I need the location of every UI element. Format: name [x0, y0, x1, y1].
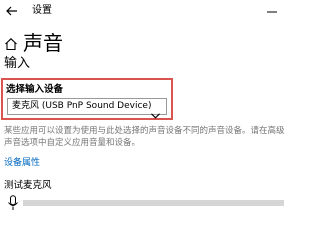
choose-input-device-label: 选择输入设备: [6, 84, 64, 95]
mic-level-meter: [23, 200, 284, 206]
chevron-down-icon: [151, 104, 160, 119]
input-device-dropdown[interactable]: 麦克风 (USB PnP Sound Device): [7, 98, 167, 119]
description-line: 某些应用可以设置为使用与此处选择的声音设备不同的声音设备。请在高级: [4, 126, 285, 136]
microphone-icon: [7, 195, 19, 211]
input-description: 某些应用可以设置为使用与此处选择的声音设备不同的声音设备。请在高级 声音选项中自…: [4, 125, 285, 149]
page-header: 声音: [0, 30, 284, 58]
title-bar: 设置: [0, 0, 284, 24]
description-line: 声音选项中自定义应用音量和设备。: [4, 138, 141, 148]
test-microphone-label: 测试麦克风: [4, 180, 52, 191]
input-section-heading: 输入: [4, 56, 31, 71]
page-title: 声音: [23, 31, 63, 55]
minimize-icon[interactable]: [262, 4, 282, 18]
window-title: 设置: [32, 5, 52, 16]
home-icon: [4, 36, 18, 51]
device-properties-link[interactable]: 设备属性: [4, 157, 40, 169]
selected-device-value: 麦克风 (USB PnP Sound Device): [12, 101, 152, 111]
back-arrow-icon[interactable]: [4, 3, 20, 19]
